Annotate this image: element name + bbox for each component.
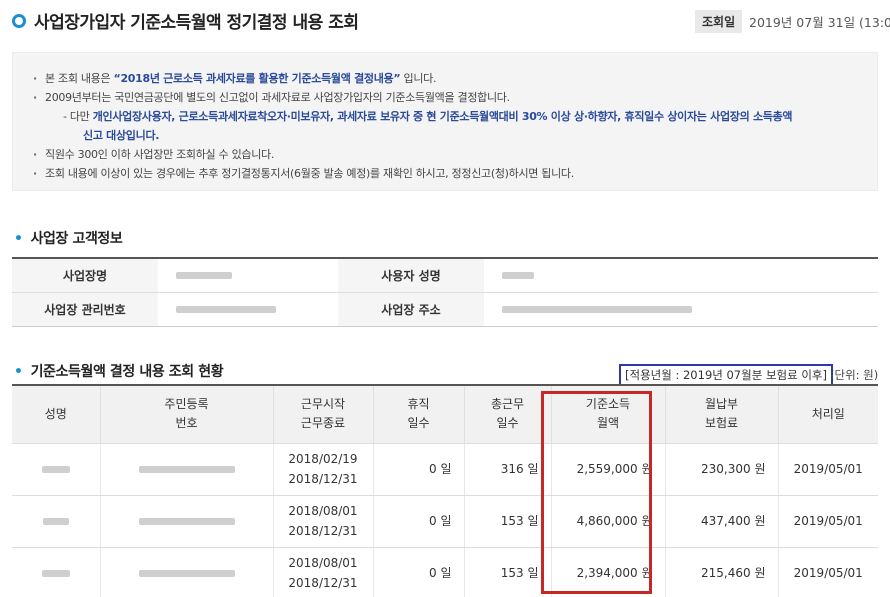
cell-rrn: [100, 495, 274, 548]
notice-subitem-cont: 신고 대상입니다.: [83, 129, 160, 142]
cell-work-period: 2018/08/01 2018/12/31: [273, 495, 374, 548]
col-rrn: 주민등록 번호: [100, 385, 274, 444]
unit-label: (단위: 원): [830, 368, 879, 382]
workplace-number-label: 사업장 관리번호: [12, 291, 158, 326]
notice-list: 본 조회 내용은 “2018년 근로소득 과세자료를 활용한 기준소득월액 결정…: [33, 69, 867, 183]
cell-name: [12, 495, 101, 548]
notice-item: 조회 내용에 이상이 있는 경우에는 추후 정기결정통지서(6월중 발송 예정)…: [33, 164, 867, 183]
notice-item: 본 조회 내용은 “2018년 근로소득 과세자료를 활용한 기준소득월액 결정…: [33, 69, 867, 88]
cell-processed-date: 2019/05/01: [778, 547, 878, 597]
col-leave-days: 휴직 일수: [373, 385, 465, 444]
customer-info-table: 사업장명 사용자 성명 사업장 관리번호 사업장 주소: [12, 257, 878, 327]
col-name: 성명: [12, 385, 101, 444]
notice-box: 본 조회 내용은 “2018년 근로소득 과세자료를 활용한 기준소득월액 결정…: [12, 52, 878, 191]
redacted-text: [41, 570, 70, 577]
user-name-value: [484, 257, 878, 292]
cell-name: [12, 443, 101, 496]
redacted-text: [138, 466, 235, 473]
table-row: 2018/08/01 2018/12/31 0 일 153 일 4,860,000…: [12, 495, 878, 548]
col-premium: 월납부 보험료: [665, 385, 779, 444]
cell-premium: 230,300 원: [665, 443, 779, 496]
redacted-text: [502, 306, 692, 313]
col-total-days: 총근무 일수: [464, 385, 552, 444]
cell-rrn: [100, 443, 274, 496]
cell-processed-date: 2019/05/01: [778, 443, 878, 496]
cell-leave-days: 0 일: [373, 547, 465, 597]
section-bullet-icon: •: [14, 364, 23, 380]
cell-leave-days: 0 일: [373, 443, 465, 496]
applied-period-note: [적용년월 : 2019년 07월분 보험료 이후]: [619, 364, 833, 386]
col-work-period: 근무시작 근무종료: [273, 385, 374, 444]
table-header-row: 성명 주민등록 번호 근무시작 근무종료 휴직 일수 총근무 일수 기준소득 월액 월납부…: [12, 385, 878, 444]
redacted-text: [42, 518, 69, 525]
cell-monthly-income: 4,860,000 원: [551, 495, 666, 548]
table-row: 2018/08/01 2018/12/31 0 일 153 일 2,394,000…: [12, 547, 878, 597]
table-row: 사업장 관리번호 사업장 주소: [12, 291, 878, 326]
cell-monthly-income: 2,559,000 원: [551, 443, 666, 496]
page-header: 사업장가입자 기준소득월액 정기결정 내용 조회 조회일 2019년 07월 3…: [12, 8, 890, 34]
cell-leave-days: 0 일: [373, 495, 465, 548]
cell-rrn: [100, 547, 274, 597]
notice-item: 2009년부터는 국민연금공단에 별도의 신고없이 과세자료로 사업장가입자의 …: [33, 88, 867, 107]
section-bullet-icon: •: [14, 231, 23, 247]
redacted-text: [138, 570, 235, 577]
redacted-text: [176, 272, 232, 280]
cell-processed-date: 2019/05/01: [778, 495, 878, 548]
cell-premium: 437,400 원: [665, 495, 779, 548]
customer-section-title: • 사업장 고객정보: [14, 231, 123, 247]
notice-subitem: - 다만 개인사업장사용자, 근로소득과세자료착오자·미보유자, 과세자료 보유…: [63, 110, 793, 123]
query-date-value: 2019년 07월 31일 (13:01): [749, 15, 890, 30]
cell-monthly-income: 2,394,000 원: [551, 547, 666, 597]
col-monthly-income: 기준소득 월액: [551, 385, 666, 444]
workplace-address-value: [484, 291, 878, 326]
page-title: 사업장가입자 기준소득월액 정기결정 내용 조회: [34, 13, 359, 33]
cell-total-days: 153 일: [464, 547, 552, 597]
cell-total-days: 316 일: [464, 443, 552, 496]
redacted-text: [502, 272, 534, 280]
query-date-label: 조회일: [695, 10, 743, 33]
table-row: 2018/02/19 2018/12/31 0 일 316 일 2,559,000…: [12, 443, 878, 496]
redacted-text: [176, 306, 276, 313]
notice-item: 직원수 300인 이하 사업장만 조회하실 수 있습니다.: [33, 145, 867, 164]
result-section-title: • 기준소득월액 결정 내용 조회 현황: [14, 364, 224, 380]
cell-total-days: 153 일: [464, 495, 552, 548]
redacted-text: [41, 466, 70, 473]
workplace-name-label: 사업장명: [12, 257, 158, 292]
cell-work-period: 2018/08/01 2018/12/31: [273, 547, 374, 597]
workplace-address-label: 사업장 주소: [338, 291, 484, 326]
notice-highlight: “2018년 근로소득 과세자료를 활용한 기준소득월액 결정내용”: [113, 72, 401, 85]
table-row: 사업장명 사용자 성명: [12, 257, 878, 292]
title-bullet-icon: [12, 14, 26, 28]
cell-work-period: 2018/02/19 2018/12/31: [273, 443, 374, 496]
redacted-text: [138, 518, 235, 525]
col-processed-date: 처리일: [778, 385, 878, 444]
workplace-number-value: [158, 291, 338, 326]
cell-name: [12, 547, 101, 597]
user-name-label: 사용자 성명: [338, 257, 484, 292]
workplace-name-value: [158, 257, 338, 292]
notice-highlight: 개인사업장사용자, 근로소득과세자료착오자·미보유자, 과세자료 보유자 중 현…: [92, 110, 793, 123]
income-result-table: 성명 주민등록 번호 근무시작 근무종료 휴직 일수 총근무 일수 기준소득 월액 월납부…: [12, 384, 878, 597]
cell-premium: 215,460 원: [665, 547, 779, 597]
